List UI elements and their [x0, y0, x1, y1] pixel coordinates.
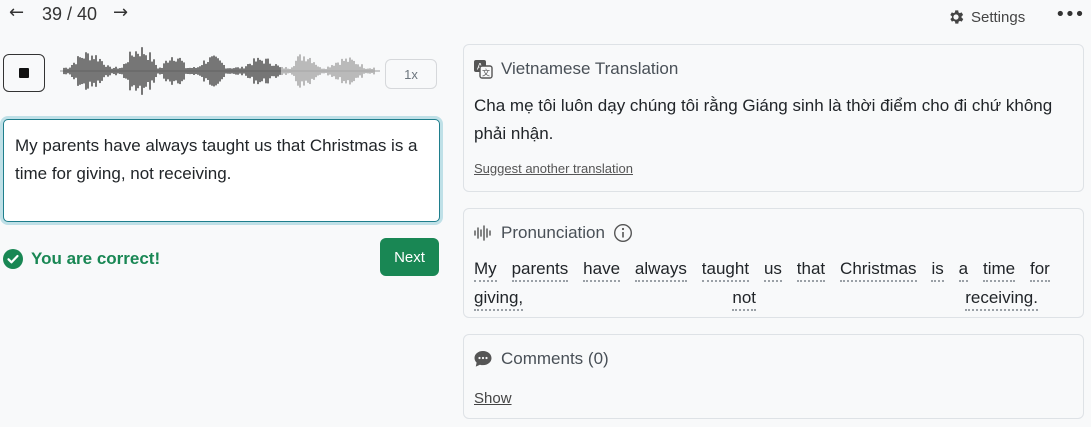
pronunciation-title: Pronunciation [501, 223, 605, 242]
answer-input[interactable] [3, 119, 440, 222]
feedback-text: You are correct! [31, 249, 161, 268]
comments-header: Comments (0) [473, 349, 609, 369]
playback-speed-button[interactable]: 1x [385, 59, 437, 89]
settings-button[interactable]: Settings [947, 6, 1025, 28]
pronunciation-word[interactable]: My [474, 258, 497, 282]
pronunciation-word[interactable]: receiving. [965, 287, 1038, 311]
pronunciation-words: My parents have always taught us that Christmas… [474, 258, 1050, 316]
pronunciation-word[interactable]: not [732, 287, 756, 311]
feedback-status: You are correct! [3, 247, 160, 271]
settings-label: Settings [971, 8, 1026, 26]
pronunciation-word[interactable]: parents [511, 258, 569, 282]
more-options-icon[interactable]: ••• [1055, 4, 1085, 25]
pronunciation-word[interactable]: have [583, 258, 621, 282]
pronunciation-word[interactable]: giving, [474, 287, 524, 311]
previous-arrow-icon[interactable]: ← [9, 3, 24, 23]
comments-title: Comments (0) [501, 349, 609, 368]
pronunciation-word[interactable]: always [634, 258, 687, 282]
info-icon[interactable] [613, 223, 633, 243]
pronunciation-word[interactable]: taught [701, 258, 750, 282]
next-button[interactable]: Next [380, 238, 439, 276]
pronunciation-word[interactable]: Christmas [840, 258, 917, 282]
translate-icon: A 文 [474, 60, 493, 79]
stop-button[interactable] [3, 54, 45, 92]
pronunciation-word[interactable]: us [763, 258, 782, 282]
top-bar: ← 39 / 40 → Settings ••• [0, 0, 1091, 30]
pronunciation-word[interactable]: is [931, 258, 944, 282]
pronunciation-word[interactable]: for [1030, 258, 1050, 282]
translation-header: A 文 Vietnamese Translation [473, 59, 678, 79]
sound-wave-icon [474, 225, 491, 241]
translation-text: Cha mẹ tôi luôn dạy chúng tôi rằng Giáng… [474, 96, 1053, 143]
comments-card: Comments (0) Show [463, 334, 1084, 419]
svg-text:文: 文 [482, 68, 490, 78]
pronunciation-word[interactable]: that [796, 258, 826, 282]
translation-card: A 文 Vietnamese Translation Cha mẹ tôi lu… [463, 44, 1084, 192]
pronunciation-header: Pronunciation [473, 223, 633, 243]
next-arrow-icon[interactable]: → [113, 3, 128, 23]
pronunciation-word[interactable]: a [958, 258, 969, 282]
check-circle-icon [3, 249, 23, 269]
pronunciation-card: Pronunciation My parents have always taught u… [463, 208, 1084, 318]
audio-waveform[interactable] [60, 40, 380, 102]
stop-icon [19, 68, 29, 78]
comment-bubble-icon [474, 351, 492, 367]
sentence-counter: 39 / 40 [42, 4, 98, 24]
show-comments-link[interactable]: Show [474, 390, 512, 407]
suggest-translation-link[interactable]: Suggest another translation [474, 161, 633, 176]
pronunciation-word[interactable]: time [982, 258, 1016, 282]
translation-title: Vietnamese Translation [501, 59, 679, 78]
gear-icon [950, 10, 964, 24]
